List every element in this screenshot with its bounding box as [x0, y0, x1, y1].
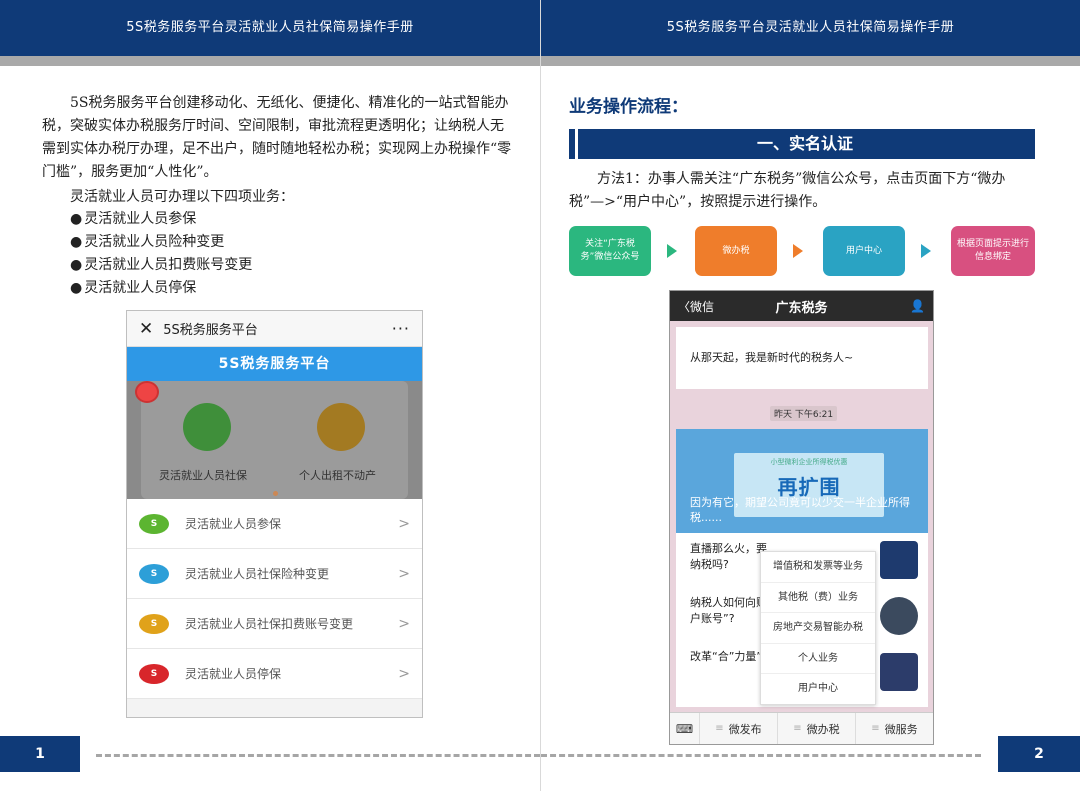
menu-item[interactable]: 增值税和发票等业务	[761, 552, 875, 583]
list-item[interactable]: 纳税人如何向账户账号”?	[690, 595, 770, 627]
more-icon[interactable]: ···	[392, 319, 410, 338]
chevron-right-icon: >	[398, 515, 410, 532]
menu-tab[interactable]: 微办税	[778, 713, 856, 744]
service-row-stop[interactable]: S 灵活就业人员停保 >	[127, 649, 422, 699]
menu-item[interactable]: 其他税（费）业务	[761, 583, 875, 614]
menu-tab[interactable]: 微发布	[700, 713, 778, 744]
flow-step: 关注“广东税务”微信公众号	[569, 226, 651, 276]
flow-step: 微办税	[695, 226, 777, 276]
back-button[interactable]: 〈微信	[678, 298, 714, 315]
services-lead: 灵活就业人员可办理以下四项业务：	[70, 189, 294, 205]
rental-property-icon[interactable]	[317, 403, 365, 451]
article-thumb	[880, 597, 918, 635]
welcome-message: 从那天起，我是新时代的税务人~	[676, 327, 928, 389]
list-item[interactable]: 直播那么火，要纳税吗?	[690, 541, 770, 573]
menu-item[interactable]: 房地产交易智能办税	[761, 613, 875, 644]
app-titlebar: ✕ 5S税务服务平台 ···	[127, 311, 422, 347]
row-label: 灵活就业人员社保扣费账号变更	[185, 617, 354, 631]
arrow-right-icon	[921, 244, 931, 258]
arrow-right-icon	[793, 244, 803, 258]
list-item: 灵活就业人员停保	[70, 277, 252, 300]
list-item: 灵活就业人员扣费账号变更	[70, 254, 252, 277]
dropdown-menu: 增值税和发票等业务 其他税（费）业务 房地产交易智能办税 个人业务 用户中心	[760, 551, 876, 705]
page-header-right: 5S税务服务平台灵活就业人员社保简易操作手册	[541, 0, 1080, 56]
footer-divider	[541, 754, 981, 757]
article-thumb	[880, 541, 918, 579]
hero-carousel: 灵活就业人员社保 个人出租不动产	[127, 381, 422, 499]
chevron-right-icon: >	[398, 565, 410, 582]
service-row-change-type[interactable]: S 灵活就业人员社保险种变更 >	[127, 549, 422, 599]
social-security-logo-icon: S	[139, 663, 169, 684]
list-item: 灵活就业人员参保	[70, 208, 252, 231]
page-number-right: 2	[998, 736, 1080, 772]
row-label: 灵活就业人员停保	[185, 667, 282, 681]
social-security-logo-icon: S	[139, 613, 169, 634]
article-thumb	[880, 653, 918, 691]
keyboard-icon[interactable]: ⌨	[670, 713, 700, 744]
social-security-logo-icon: S	[139, 563, 169, 584]
chevron-right-icon: >	[398, 615, 410, 632]
arrow-right-icon	[667, 244, 677, 258]
section-label: 业务操作流程：	[569, 97, 688, 117]
header-band-right	[541, 56, 1080, 66]
list-item: 灵活就业人员险种变更	[70, 231, 252, 254]
process-flow: 关注“广东税务”微信公众号 微办税 用户中心 根据页面提示进行信息绑定	[569, 226, 1035, 276]
hero-label[interactable]: 灵活就业人员社保	[159, 467, 247, 483]
row-label: 灵活就业人员参保	[185, 517, 282, 531]
news-card[interactable]: 小型微利企业所得税优惠 再扩围 因为有它，期望公司竟可以少交一半企业所得税...…	[676, 429, 928, 533]
social-security-logo-icon: S	[139, 513, 169, 534]
wechat-bottom-menu: ⌨ 微发布 微办税 微服务	[670, 712, 933, 744]
promo-subtitle: 小型微利企业所得税优惠	[770, 458, 848, 466]
social-security-icon[interactable]	[183, 403, 231, 451]
menu-tab[interactable]: 微服务	[856, 713, 933, 744]
user-badge-icon	[135, 381, 159, 403]
user-icon[interactable]: 👤	[910, 299, 925, 313]
platform-screenshot: ✕ 5S税务服务平台 ··· 5S税务服务平台 灵活就业人员社保 个人出租不动产…	[126, 310, 423, 718]
flow-step: 用户中心	[823, 226, 905, 276]
app-banner: 5S税务服务平台	[127, 347, 422, 381]
close-icon[interactable]: ✕	[139, 319, 153, 339]
method-paragraph: 方法1：办事人需关注“广东税务”微信公众号，点击页面下方“微办税”—>“用户中心…	[569, 171, 1006, 210]
header-band-left	[0, 56, 540, 66]
wechat-screenshot: 广东税务 〈微信 👤 从那天起，我是新时代的税务人~ 昨天 下午6:21 小型微…	[669, 290, 934, 745]
right-page: 5S税务服务平台灵活就业人员社保简易操作手册 业务操作流程： 一、实名认证 方法…	[540, 0, 1080, 791]
wechat-navbar: 广东税务 〈微信 👤	[670, 291, 933, 321]
carousel-dot	[273, 491, 278, 496]
chevron-right-icon: >	[398, 665, 410, 682]
service-row-change-account[interactable]: S 灵活就业人员社保扣费账号变更 >	[127, 599, 422, 649]
section-title: 一、实名认证	[756, 134, 853, 153]
news-caption: 因为有它，期望公司竟可以少交一半企业所得税......	[690, 496, 910, 524]
service-row-enroll[interactable]: S 灵活就业人员参保 >	[127, 499, 422, 549]
services-list: 灵活就业人员参保 灵活就业人员险种变更 灵活就业人员扣费账号变更 灵活就业人员停…	[70, 208, 252, 300]
menu-item[interactable]: 个人业务	[761, 644, 875, 675]
left-page: 5S税务服务平台灵活就业人员社保简易操作手册 5S税务服务平台创建移动化、无纸化…	[0, 0, 540, 791]
service-menu: S 灵活就业人员参保 > S 灵活就业人员社保险种变更 > S 灵活就业人员社保…	[127, 499, 422, 699]
page-header-left: 5S税务服务平台灵活就业人员社保简易操作手册	[0, 0, 540, 56]
menu-item[interactable]: 用户中心	[761, 674, 875, 705]
message-timestamp: 昨天 下午6:21	[770, 406, 838, 421]
intro-paragraph: 5S税务服务平台创建移动化、无纸化、便捷化、精准化的一站式智能办税，突破实体办税…	[42, 95, 512, 180]
page-number-left: 1	[0, 736, 80, 772]
hero-label[interactable]: 个人出租不动产	[299, 467, 376, 483]
list-item[interactable]: 改革“合”力量”	[690, 649, 770, 665]
flow-step: 根据页面提示进行信息绑定	[951, 226, 1035, 276]
section-title-bar: 一、实名认证	[569, 129, 1035, 159]
app-title: 5S税务服务平台	[163, 323, 258, 338]
footer-divider	[96, 754, 540, 757]
row-label: 灵活就业人员社保险种变更	[185, 567, 330, 581]
